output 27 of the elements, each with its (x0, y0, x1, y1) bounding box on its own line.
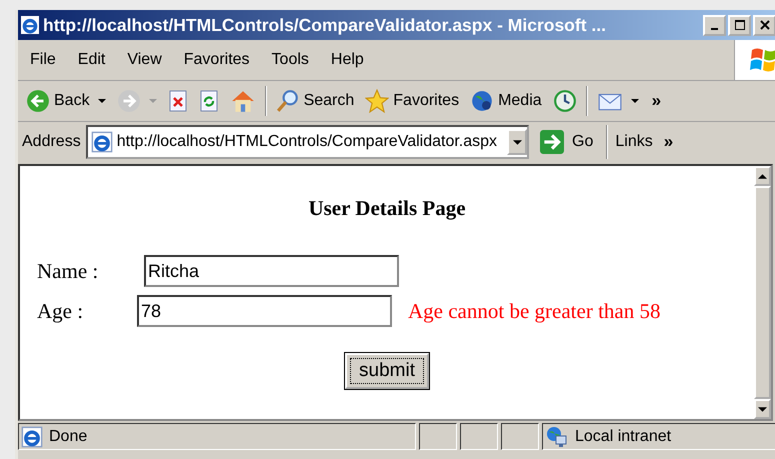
menu-item[interactable]: Help (330, 51, 364, 69)
menu-item[interactable]: File (30, 51, 56, 69)
input-field[interactable]: 78 (137, 295, 392, 327)
status-text: Done (49, 428, 88, 446)
submit-button[interactable]: submit (345, 353, 429, 389)
go-button[interactable]: Go (534, 130, 600, 154)
page-heading: User Details Page (307, 196, 467, 221)
window-title: http://localhost/HTMLControls/CompareValidator.aspx - Microsoft ... (43, 14, 607, 36)
zone-text: Local intranet (575, 428, 672, 446)
field-label: Name : (37, 258, 100, 284)
menu-item[interactable]: Edit (78, 51, 106, 69)
address-text: http://localhost/HTMLControls/CompareValidator.aspx (116, 133, 498, 151)
address-label: Address (22, 133, 81, 151)
media-button[interactable]: Media (466, 89, 546, 113)
input-field[interactable]: Ritcha (144, 255, 399, 287)
menu-item[interactable]: Favorites (184, 51, 250, 69)
address-field[interactable]: http://localhost/HTMLControls/CompareValidator.aspx (86, 125, 530, 159)
more-button[interactable]: » (652, 91, 662, 111)
search-button[interactable]: Search (272, 89, 358, 113)
favorites-button[interactable]: Favorites (361, 89, 464, 113)
field-label: Age : (37, 298, 84, 324)
error-message: Age cannot be greater than 58 (408, 298, 660, 324)
more-button[interactable]: » (664, 132, 674, 152)
back-button[interactable]: Back (22, 89, 110, 113)
links-button[interactable]: Links (615, 133, 653, 151)
menu-item[interactable]: Tools (272, 51, 309, 69)
menu-item[interactable]: View (127, 51, 162, 69)
